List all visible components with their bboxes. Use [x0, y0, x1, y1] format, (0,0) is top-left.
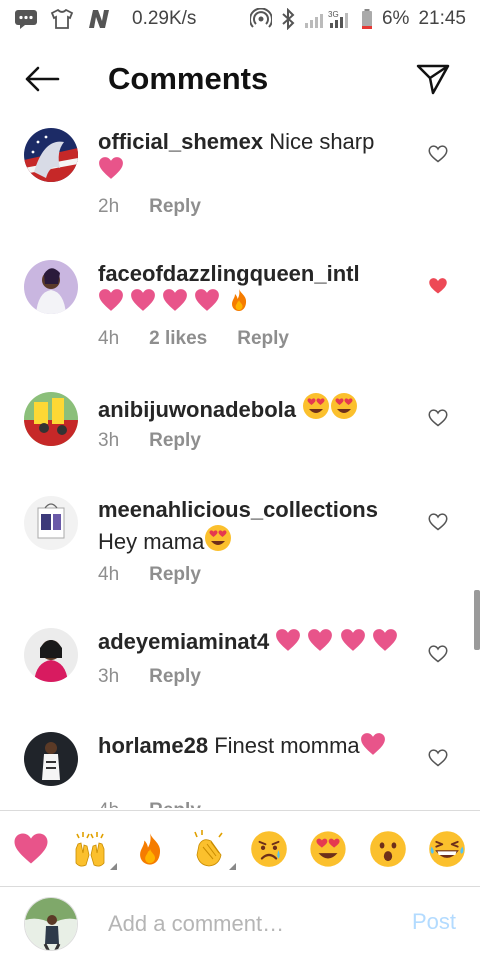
status-bar: 0.29K/s 3G 6% 21:45	[0, 0, 480, 38]
signal-icon: 3G	[304, 8, 352, 30]
comment-username[interactable]: faceofdazzlingqueen_intl	[98, 261, 360, 286]
comment-username[interactable]: anibijuwonadebola	[98, 397, 296, 422]
comment-text: Hey mama	[98, 529, 205, 554]
likes-count[interactable]: 2 likes	[149, 328, 207, 350]
like-heart-outline-icon[interactable]	[428, 512, 448, 532]
battery-icon	[361, 8, 373, 30]
comment-composer: Post	[0, 886, 480, 960]
like-heart-outline-icon[interactable]	[428, 644, 448, 664]
skin-tone-indicator	[229, 862, 237, 870]
pink-heart-icon	[372, 628, 398, 652]
avatar[interactable]	[24, 260, 78, 314]
emoji-surprised-face-button[interactable]	[365, 826, 411, 872]
heart-eyes-icon	[330, 392, 358, 420]
post-button[interactable]: Post	[412, 909, 456, 935]
paper-plane-icon	[416, 64, 450, 95]
emoji-heart-eyes-button[interactable]	[305, 826, 351, 872]
back-button[interactable]	[22, 62, 62, 96]
n-app-icon	[86, 9, 112, 29]
fire-icon	[227, 288, 251, 312]
pink-heart-icon	[275, 628, 301, 652]
emoji-quick-bar	[0, 810, 480, 886]
like-heart-outline-icon[interactable]	[428, 748, 448, 768]
comment-input[interactable]	[108, 907, 388, 941]
emoji-fire-button[interactable]	[127, 826, 173, 872]
heart-eyes-icon	[302, 392, 330, 420]
comments-header: Comments	[0, 48, 480, 112]
emoji-sad-face-button[interactable]	[246, 826, 292, 872]
reply-button[interactable]: Reply	[149, 196, 201, 218]
pink-heart-icon	[307, 628, 333, 652]
raising-hands-icon	[70, 829, 110, 869]
hotspot-icon	[249, 8, 272, 30]
tshirt-icon	[50, 9, 74, 29]
clock: 21:45	[418, 8, 466, 29]
fire-icon	[133, 832, 167, 866]
arrow-left-icon	[25, 66, 60, 92]
pink-heart-icon	[360, 732, 386, 756]
skin-tone-indicator	[110, 862, 118, 870]
my-avatar	[24, 897, 78, 951]
pink-heart-icon	[162, 288, 188, 312]
battery-percent: 6%	[381, 8, 410, 29]
comment-text: Finest momma	[214, 733, 360, 758]
comment-username[interactable]: adeyemiaminat4	[98, 629, 269, 654]
network-speed: 0.29K/s	[132, 8, 197, 29]
comments-list[interactable]: official_shemex Nice sharp 2h Reply face…	[0, 116, 480, 808]
reply-button[interactable]: Reply	[149, 430, 201, 452]
comment-username[interactable]: official_shemex	[98, 129, 263, 154]
emoji-raising-hands-button[interactable]	[67, 826, 118, 872]
comment-username[interactable]: meenahlicious_collections	[98, 497, 378, 522]
avatar[interactable]	[24, 128, 78, 182]
pink-heart-icon	[13, 832, 49, 865]
message-icon	[14, 9, 38, 29]
avatar[interactable]	[24, 628, 78, 682]
comment-text: Nice sharp	[269, 129, 375, 154]
comment-time: 4h	[98, 800, 119, 808]
reply-button[interactable]: Reply	[237, 328, 289, 350]
share-button[interactable]	[414, 60, 452, 98]
grinning-squint-icon	[428, 830, 466, 868]
like-heart-outline-icon[interactable]	[428, 144, 448, 164]
pink-heart-icon	[194, 288, 220, 312]
comment-time: 3h	[98, 666, 120, 687]
scrollbar-thumb[interactable]	[474, 590, 480, 650]
avatar[interactable]	[24, 732, 78, 786]
pink-heart-icon	[98, 156, 124, 180]
emoji-clapping-hands-button[interactable]	[186, 826, 237, 872]
sad-face-icon	[250, 830, 288, 868]
emoji-grinning-squint-button[interactable]	[424, 826, 470, 872]
comment-time: 4h	[98, 328, 120, 349]
heart-eyes-icon	[204, 524, 232, 552]
heart-eyes-icon	[309, 830, 347, 868]
page-title: Comments	[108, 61, 269, 96]
pink-heart-icon	[130, 288, 156, 312]
reply-button[interactable]: Reply	[149, 564, 201, 586]
avatar[interactable]	[24, 392, 78, 446]
reply-button[interactable]: Reply	[149, 666, 201, 688]
bluetooth-icon	[281, 8, 295, 30]
avatar[interactable]	[24, 496, 78, 550]
comment-username[interactable]: horlame28	[98, 733, 208, 758]
network-type-label: 3G	[328, 10, 339, 19]
surprised-face-icon	[369, 830, 407, 868]
like-heart-filled-icon[interactable]	[428, 276, 448, 296]
comment-time: 3h	[98, 430, 120, 451]
emoji-pink-heart-button[interactable]	[8, 826, 54, 872]
reply-button[interactable]: Reply	[149, 800, 201, 808]
comment-time: 4h	[98, 564, 120, 585]
like-heart-outline-icon[interactable]	[428, 408, 448, 428]
pink-heart-icon	[98, 288, 124, 312]
comment-time: 2h	[98, 196, 120, 217]
clapping-hands-icon	[189, 829, 229, 869]
pink-heart-icon	[340, 628, 366, 652]
